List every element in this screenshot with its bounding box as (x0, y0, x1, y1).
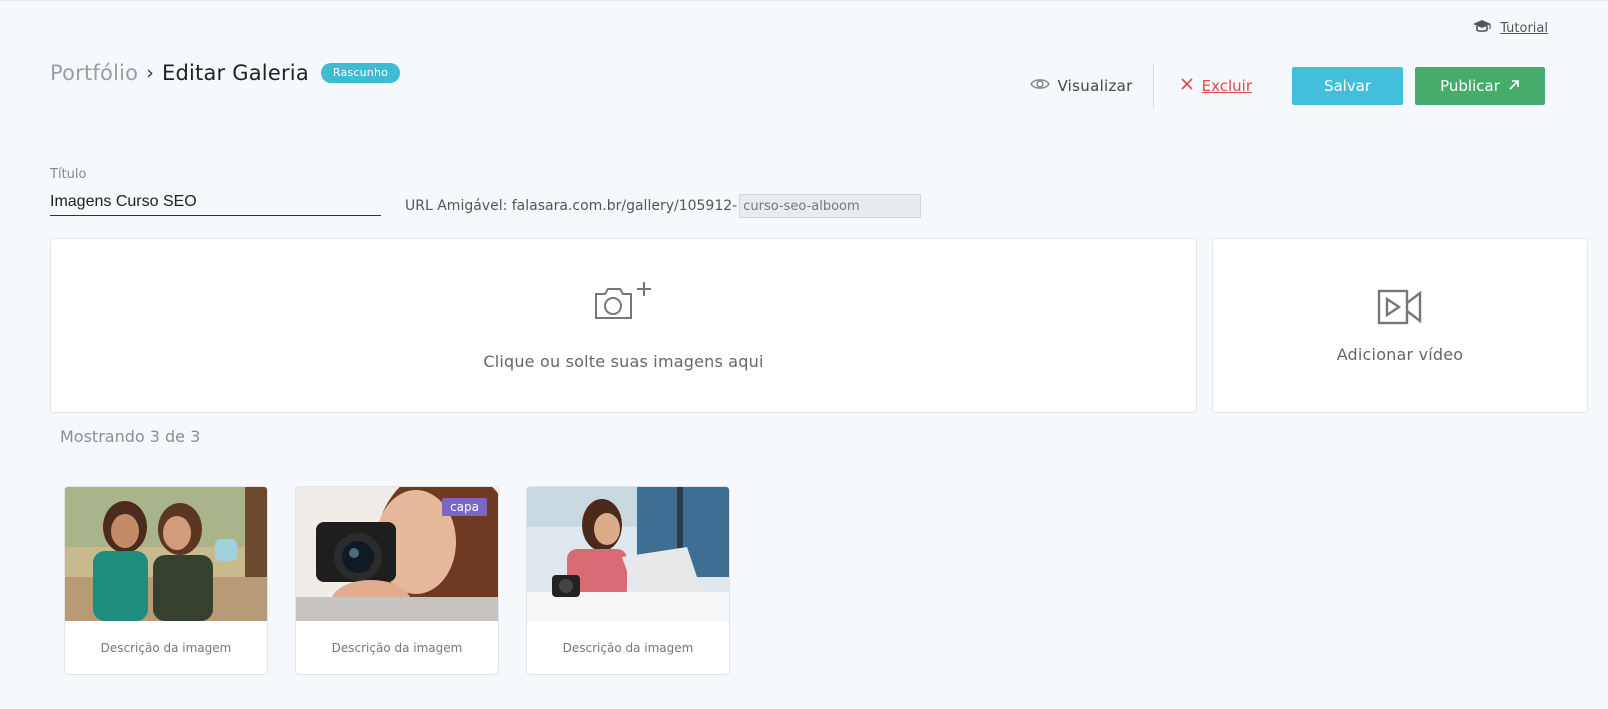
graduation-cap-icon (1472, 19, 1492, 37)
save-button[interactable]: Salvar (1292, 67, 1403, 105)
delete-button[interactable]: Excluir (1180, 77, 1252, 95)
add-photo-icon (593, 280, 655, 352)
title-input[interactable] (50, 188, 381, 216)
arrow-up-right-icon (1508, 77, 1520, 95)
image-description[interactable]: Descrição da imagem (527, 621, 729, 674)
breadcrumb: Portfólio › Editar Galeria Rascunho (50, 61, 401, 85)
gallery-count: Mostrando 3 de 3 (60, 427, 201, 446)
friendly-url-label: URL Amigável: falasara.com.br/gallery/10… (405, 198, 738, 214)
breadcrumb-root-link[interactable]: Portfólio (50, 61, 138, 85)
gallery-thumbnail (65, 487, 267, 621)
image-description[interactable]: Descrição da imagem (65, 621, 267, 674)
preview-label: Visualizar (1057, 77, 1133, 95)
image-gallery: Descrição da imagem capa Descrição da im… (64, 486, 730, 675)
tutorial-label: Tutorial (1500, 20, 1548, 36)
tutorial-link[interactable]: Tutorial (1472, 19, 1548, 37)
delete-label: Excluir (1201, 77, 1252, 95)
cover-badge: capa (442, 498, 487, 516)
image-description[interactable]: Descrição da imagem (296, 621, 498, 674)
publish-label: Publicar (1440, 77, 1500, 95)
image-dropzone[interactable]: Clique ou solte suas imagens aqui (50, 238, 1197, 413)
video-dropzone-text: Adicionar vídeo (1336, 345, 1464, 364)
breadcrumb-separator: › (146, 62, 155, 84)
publish-button[interactable]: Publicar (1415, 67, 1545, 105)
eye-icon (1030, 77, 1051, 95)
gallery-thumbnail (527, 487, 729, 621)
status-badge: Rascunho (320, 63, 401, 83)
gallery-item[interactable]: Descrição da imagem (526, 486, 730, 675)
gallery-thumbnail: capa (296, 487, 498, 621)
title-label: Título (50, 167, 87, 182)
save-label: Salvar (1323, 77, 1372, 95)
preview-button[interactable]: Visualizar (1030, 77, 1132, 95)
gallery-item[interactable]: Descrição da imagem (64, 486, 268, 675)
video-dropzone[interactable]: Adicionar vídeo (1212, 238, 1588, 413)
actions-divider (1152, 64, 1154, 108)
image-dropzone-text: Clique ou solte suas imagens aqui (483, 352, 764, 371)
friendly-url-row: URL Amigável: falasara.com.br/gallery/10… (405, 194, 922, 218)
close-icon (1180, 77, 1194, 95)
slug-input[interactable] (739, 194, 922, 218)
add-video-icon (1377, 287, 1423, 345)
page-title: Editar Galeria (162, 61, 309, 85)
gallery-item[interactable]: capa Descrição da imagem (295, 486, 499, 675)
header-actions: Visualizar Excluir Salvar Publicar (1030, 64, 1545, 108)
